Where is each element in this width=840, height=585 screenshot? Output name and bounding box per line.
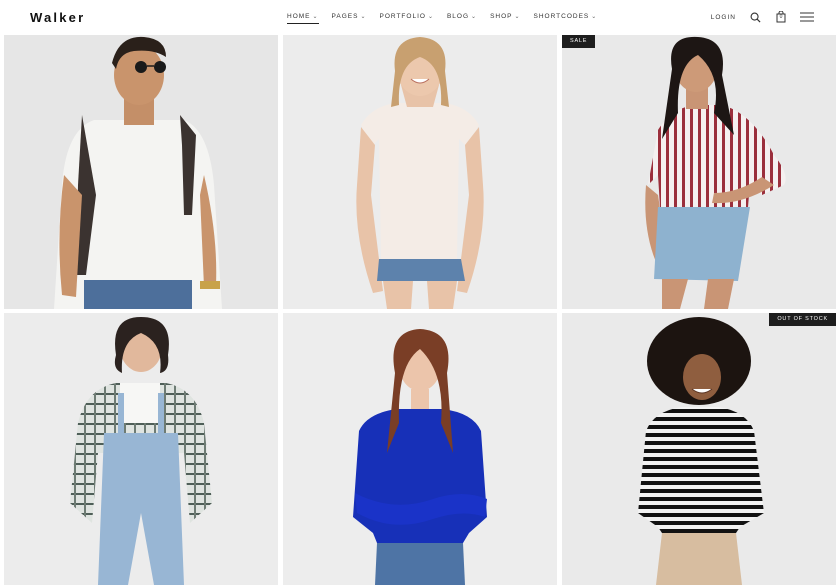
main-nav: HOME ⌄ PAGES ⌄ PORTFOLIO ⌄ BLOG ⌄ SHOP ⌄…: [287, 13, 598, 24]
nav-item-shop[interactable]: SHOP ⌄: [490, 13, 520, 20]
search-icon[interactable]: [748, 10, 762, 24]
product-card[interactable]: OUT OF STOCK: [562, 313, 836, 585]
header-tools: LOGIN 0: [711, 10, 814, 24]
product-card[interactable]: SALE: [562, 35, 836, 309]
product-image: [562, 313, 836, 585]
product-card[interactable]: [283, 313, 557, 585]
nav-item-shortcodes[interactable]: SHORTCODES ⌄: [534, 13, 598, 20]
product-card[interactable]: [283, 35, 557, 309]
product-card[interactable]: [4, 35, 278, 309]
nav-item-portfolio[interactable]: PORTFOLIO ⌄: [379, 13, 433, 20]
product-card[interactable]: [4, 313, 278, 585]
product-image: [4, 313, 278, 585]
nav-item-home[interactable]: HOME ⌄: [287, 13, 319, 24]
nav-item-label: PAGES: [331, 13, 359, 20]
product-image: [4, 35, 278, 309]
chevron-down-icon: ⌄: [514, 13, 521, 20]
nav-item-label: SHOP: [490, 13, 513, 20]
product-image: [283, 35, 557, 309]
menu-icon[interactable]: [800, 10, 814, 24]
product-grid: SALE OUT OF STOCK: [4, 35, 836, 585]
product-image: [283, 313, 557, 585]
nav-item-blog[interactable]: BLOG ⌄: [447, 13, 477, 20]
nav-item-label: SHORTCODES: [533, 13, 590, 20]
chevron-down-icon: ⌄: [360, 13, 367, 20]
nav-item-label: HOME: [287, 13, 311, 20]
out-of-stock-badge: OUT OF STOCK: [769, 313, 836, 326]
sale-badge: SALE: [562, 35, 596, 48]
product-image: [562, 35, 836, 309]
nav-item-label: PORTFOLIO: [379, 13, 426, 20]
cart-icon[interactable]: 0: [774, 10, 788, 24]
site-header: Walker HOME ⌄ PAGES ⌄ PORTFOLIO ⌄ BLOG ⌄…: [0, 0, 840, 35]
nav-item-label: BLOG: [446, 13, 470, 20]
chevron-down-icon: ⌄: [427, 13, 434, 20]
site-logo[interactable]: Walker: [30, 10, 85, 25]
chevron-down-icon: ⌄: [591, 13, 598, 20]
chevron-down-icon: ⌄: [312, 13, 319, 20]
cart-count: 0: [779, 14, 783, 20]
nav-item-pages[interactable]: PAGES ⌄: [332, 13, 367, 20]
chevron-down-icon: ⌄: [471, 13, 478, 20]
login-link[interactable]: LOGIN: [711, 14, 736, 21]
